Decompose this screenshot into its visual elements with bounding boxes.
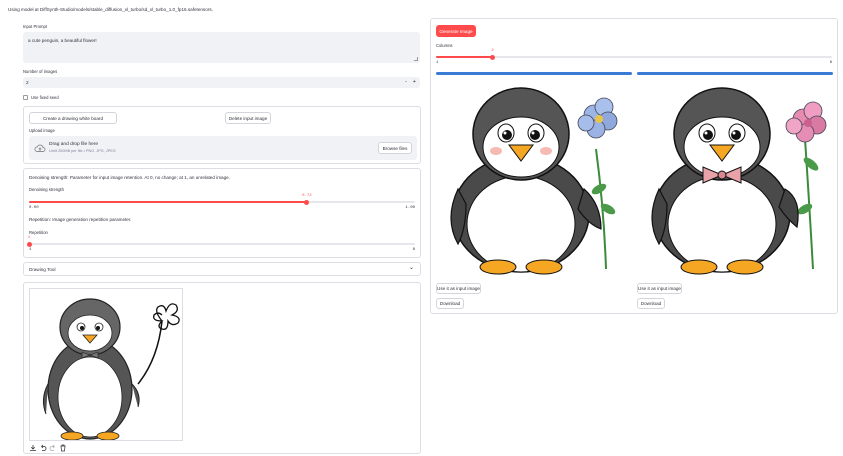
file-dropzone[interactable]: Drag and drop file here Limit 200MB per … [29, 136, 417, 160]
columns-slider-thumb[interactable] [490, 54, 496, 60]
prompt-text: a cute penguin, a beautiful flower! [28, 38, 97, 43]
blue-flower [577, 97, 618, 139]
prompt-textarea[interactable]: a cute penguin, a beautiful flower! [23, 32, 420, 63]
canvas-panel [23, 282, 421, 454]
undo-icon[interactable] [39, 444, 47, 452]
results-panel: Generate Image Columns 2 1 8 Use it as i… [430, 18, 838, 314]
parameters-panel: Denoising strength: Parameter for input … [23, 168, 421, 258]
denoising-min: 0.00 [29, 206, 39, 210]
drawing-tool-expander[interactable]: Drawing Tool ⌄ [23, 262, 421, 276]
image-input-panel: Create a drawing white board Delete inpu… [23, 106, 421, 164]
num-images-label: Number of images [23, 69, 58, 74]
repetition-min: 1 [29, 248, 32, 252]
result-2-use-as-input-button[interactable]: Use it as input image [637, 283, 682, 294]
columns-slider-fill [436, 56, 493, 58]
trash-icon[interactable] [59, 444, 67, 452]
result-image-2[interactable] [637, 79, 833, 277]
denoising-description: Denoising strength: Parameter for input … [29, 175, 230, 180]
fixed-seed-checkbox[interactable] [23, 95, 28, 100]
repetition-slider[interactable]: 1 [26, 236, 415, 247]
delete-input-image-button[interactable]: Delete input image [225, 112, 271, 124]
denoising-value: 0.72 [302, 194, 312, 198]
download-icon[interactable] [29, 444, 37, 452]
generate-image-button[interactable]: Generate Image [436, 25, 476, 37]
denoising-label: Denoising strength [29, 187, 64, 192]
result-2-download-button[interactable]: Download [637, 298, 665, 309]
repetition-value: 1 [27, 236, 31, 240]
columns-slider[interactable]: 2 [436, 49, 832, 60]
repetition-slider-thumb[interactable] [26, 241, 32, 247]
chevron-down-icon: ⌄ [408, 265, 414, 271]
status-message: Using model at DiffSynth-Studio/models/s… [8, 7, 213, 12]
result-image-1[interactable] [436, 79, 632, 277]
repetition-max: 8 [412, 248, 415, 252]
columns-max: 8 [829, 61, 832, 65]
columns-label: Columns [436, 43, 453, 48]
create-board-button[interactable]: Create a drawing white board [29, 112, 117, 124]
canvas-toolbar [29, 443, 67, 452]
penguin-with-pink-flower-image [651, 87, 827, 275]
result-2-progress-bar [637, 72, 833, 75]
sketch-penguin-drawing [42, 298, 180, 440]
columns-value: 2 [491, 49, 494, 53]
drawing-canvas[interactable] [29, 288, 183, 441]
drop-title: Drag and drop file here [49, 142, 99, 147]
denoising-slider-thumb[interactable] [304, 199, 310, 205]
result-1-progress-bar [436, 72, 632, 75]
prompt-label: Input Prompt [23, 24, 47, 29]
denoising-max: 1.00 [405, 206, 415, 210]
drop-hint: Limit 200MB per file • PNG, JPG, JPEG [49, 149, 116, 153]
repetition-label: Repetition [29, 230, 48, 235]
repetition-description: Repetition: Image generation repetition … [29, 217, 132, 222]
browse-files-button[interactable]: Browse files [378, 142, 412, 154]
upload-label: Upload image [29, 128, 55, 133]
num-images-input[interactable]: 2 - + [23, 77, 420, 88]
num-images-value: 2 [26, 80, 29, 85]
cloud-upload-icon [34, 144, 46, 152]
drawing-tool-label: Drawing Tool [29, 267, 56, 272]
redo-icon[interactable] [49, 444, 57, 452]
denoising-slider-fill [29, 201, 307, 203]
columns-min: 1 [436, 61, 439, 65]
result-1-download-button[interactable]: Download [436, 298, 464, 309]
num-images-increment-button[interactable]: + [413, 79, 416, 85]
penguin-with-blue-flower-image [450, 87, 618, 275]
result-1-use-as-input-button[interactable]: Use it as input image [436, 283, 481, 294]
num-images-decrement-button[interactable]: - [405, 79, 407, 85]
pink-flower [785, 101, 827, 143]
resize-handle-icon[interactable] [414, 57, 418, 61]
fixed-seed-label: Use fixed seed [31, 95, 59, 100]
denoising-slider[interactable]: 0.72 [29, 194, 415, 205]
